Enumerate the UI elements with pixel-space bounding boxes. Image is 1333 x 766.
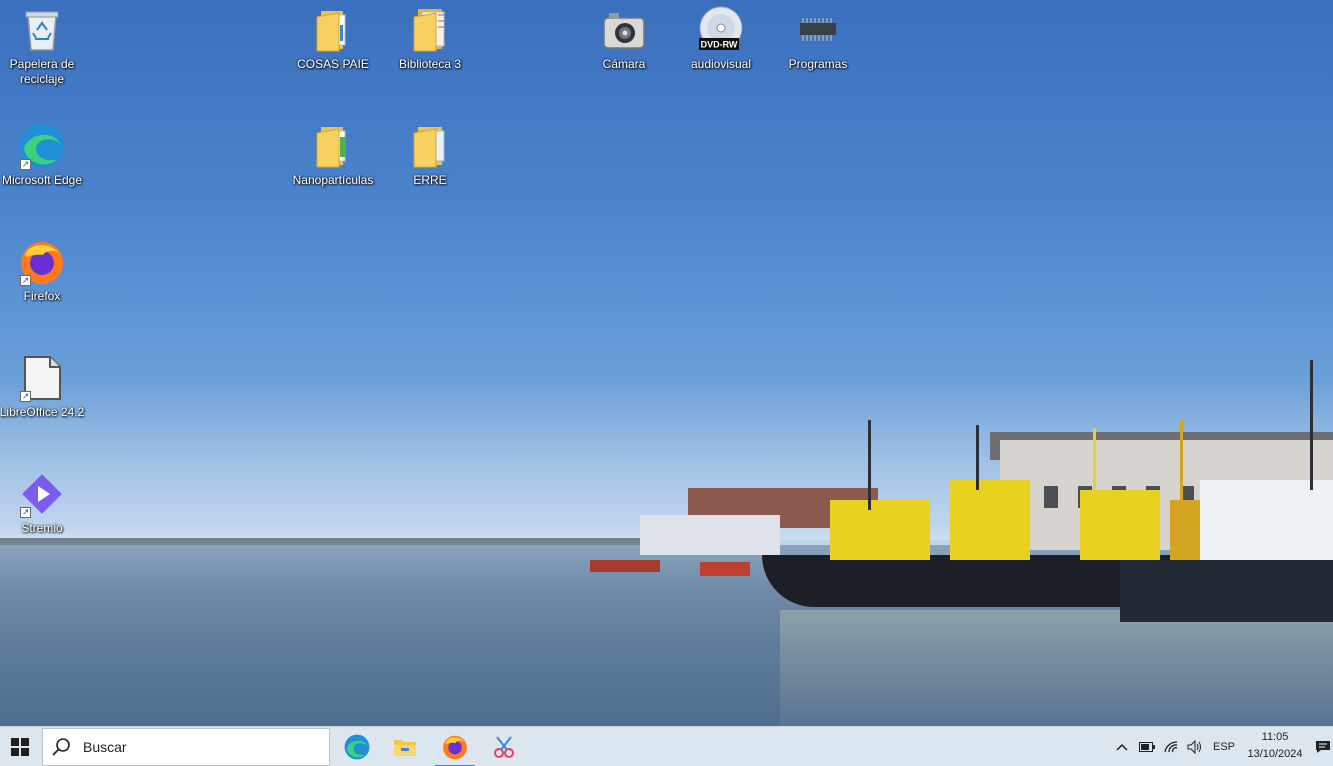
shortcut-arrow-icon: ↗ [20, 391, 31, 402]
folder-icon [406, 122, 454, 170]
camera-icon [600, 6, 648, 54]
shortcut-arrow-icon: ↗ [20, 159, 31, 170]
wifi-icon [1164, 741, 1178, 753]
taskbar-app-snipping-tool[interactable] [481, 727, 527, 766]
folder-icon [406, 6, 454, 54]
dvd-badge-text: DVD-RW [701, 40, 738, 50]
white-building [640, 515, 780, 555]
ship-mast [1093, 428, 1096, 498]
shortcut-arrow-icon: ↗ [20, 275, 31, 286]
language-indicator: ESP [1212, 741, 1235, 753]
desktop-icon-camara[interactable]: Cámara [579, 6, 669, 72]
snipping-tool-icon [494, 736, 514, 758]
desktop-icon-folder-nanoparticulas[interactable]: Nanopartículas [288, 122, 378, 188]
desktop-icon-label: Stremio [21, 521, 63, 535]
desktop-icon-label: Cámara [602, 57, 646, 71]
windows-logo-icon [11, 738, 29, 756]
edge-icon: ↗ [18, 122, 66, 170]
clock-date: 13/10/2024 [1247, 748, 1303, 760]
water-reflection [780, 610, 1333, 726]
notification-icon [1315, 741, 1330, 753]
ship-mast [976, 425, 979, 490]
tugboat-cabin [830, 500, 930, 560]
ship-mast [868, 420, 871, 510]
edge-icon [344, 734, 370, 760]
taskbar-app-file-explorer[interactable] [382, 727, 428, 766]
desktop-icon-label: Microsoft Edge [1, 173, 83, 187]
libreoffice-icon: ↗ [18, 354, 66, 402]
small-red-boat [590, 560, 660, 572]
desktop-icon-label: Nanopartículas [292, 173, 374, 187]
desktop-icon-label: audiovisual [690, 57, 752, 71]
desktop-icon-folder-cosas-paie[interactable]: COSAS PAIE [288, 6, 378, 72]
desktop-icon-label: Programas [788, 57, 848, 71]
desktop-icon-libreoffice[interactable]: ↗ LibreOffice 24.2 [0, 354, 87, 420]
taskbar: Buscar ESP 11:05 13/10/2024 [0, 726, 1333, 766]
action-center-button[interactable] [1312, 727, 1333, 766]
chevron-up-icon [1116, 743, 1128, 751]
start-button[interactable] [0, 727, 40, 766]
folder-icon [309, 122, 357, 170]
dvd-rw-drive-icon: DVD-RW [697, 6, 745, 54]
firefox-icon: ↗ [18, 238, 66, 286]
desktop-wallpaper [0, 0, 1333, 726]
search-icon [52, 738, 70, 756]
file-explorer-icon [394, 740, 416, 756]
desktop-icon-stremio[interactable]: ↗ Stremio [0, 470, 87, 536]
desktop-icon-label: ERRE [413, 173, 447, 187]
desktop-icon-audiovisual[interactable]: DVD-RW audiovisual [676, 6, 766, 72]
desktop-icon-microsoft-edge[interactable]: ↗ Microsoft Edge [0, 122, 87, 188]
taskbar-clock[interactable]: 11:05 13/10/2024 [1242, 729, 1308, 765]
network-button[interactable] [1160, 727, 1182, 766]
firefox-icon [443, 735, 467, 760]
tugboat-cabin [950, 480, 1030, 560]
volume-button[interactable] [1184, 727, 1206, 766]
ship-mast [1310, 360, 1313, 490]
folder-icon [309, 6, 357, 54]
desktop-icon-label: LibreOffice 24.2 [0, 405, 85, 419]
desktop-icon-firefox[interactable]: ↗ Firefox [0, 238, 87, 304]
tugboat-cabin [1080, 490, 1160, 560]
ship-mast [1180, 420, 1183, 505]
small-red-boat [700, 562, 750, 576]
desktop-icon-label: Firefox [23, 289, 61, 303]
desktop-icon-label: Biblioteca 3 [398, 57, 462, 71]
memory-chip-icon [794, 6, 842, 54]
tugboat-hull [1120, 560, 1333, 622]
taskbar-app-edge[interactable] [334, 727, 380, 766]
desktop-icon-folder-erre[interactable]: ERRE [385, 122, 475, 188]
tugboat-hull [762, 555, 1182, 607]
desktop-icon-folder-biblioteca-3[interactable]: Biblioteca 3 [385, 6, 475, 72]
desktop-icon-label: COSAS PAIE [297, 57, 369, 71]
show-hidden-icons-button[interactable] [1112, 727, 1132, 766]
desktop-icon-programas[interactable]: Programas [773, 6, 863, 72]
battery-button[interactable] [1136, 727, 1158, 766]
speaker-icon [1187, 740, 1201, 754]
taskbar-app-firefox[interactable] [432, 727, 478, 766]
recycle-bin-icon [18, 6, 66, 54]
taskbar-search-box[interactable]: Buscar [42, 728, 330, 766]
desktop-icon-recycle-bin[interactable]: Papelera de reciclaje [0, 6, 87, 87]
stremio-icon: ↗ [18, 470, 66, 518]
input-language-button[interactable]: ESP [1208, 727, 1240, 766]
search-placeholder: Buscar [83, 739, 127, 755]
battery-icon [1139, 742, 1155, 752]
desktop-icon-label: Papelera de reciclaje [9, 57, 75, 86]
clock-time: 11:05 [1261, 731, 1289, 743]
shortcut-arrow-icon: ↗ [20, 507, 31, 518]
